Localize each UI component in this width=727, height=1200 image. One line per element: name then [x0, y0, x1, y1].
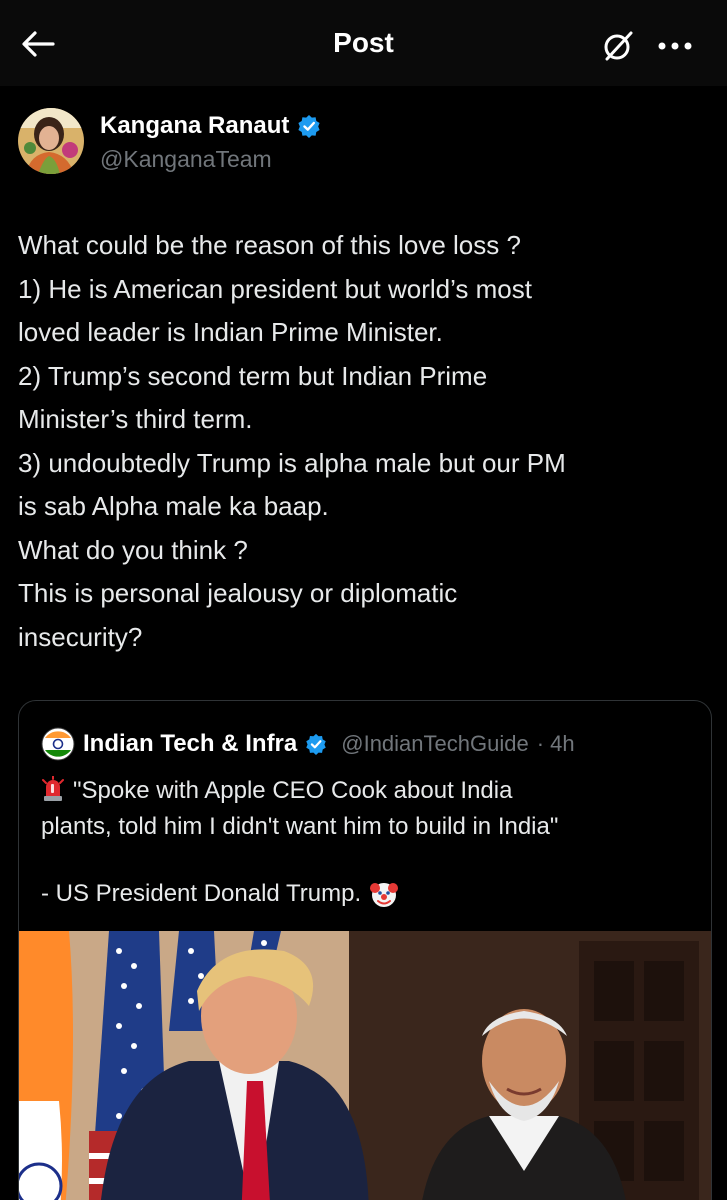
post-line: insecurity? [18, 621, 143, 652]
quoted-post-time: · 4h [536, 731, 575, 756]
post-text: What could be the reason of this love lo… [18, 224, 708, 659]
clown-face-icon [370, 883, 399, 907]
quoted-post-image[interactable] [19, 931, 711, 1200]
quoted-author-avatar[interactable] [41, 727, 75, 761]
quoted-signature: - US President Donald Trump. [41, 879, 399, 909]
post-line: is sab Alpha male ka baap. [18, 491, 329, 521]
verified-badge-icon [298, 115, 320, 138]
post-line: This is personal jealousy or diplomatic [18, 578, 458, 608]
quoted-post-card[interactable]: Indian Tech & Infra @IndianTechGuide · 4… [18, 700, 712, 1200]
more-options-button[interactable] [652, 26, 698, 66]
post-detail-screen: Post Kangana Ranaut @KanganaTeam What co… [0, 0, 727, 1200]
post-line: 3) undoubtedly Trump is alpha male but o… [18, 447, 566, 478]
quoted-author-name[interactable]: Indian Tech & Infra [83, 730, 297, 758]
post-line: 1) He is American president but world’s … [18, 273, 532, 304]
top-bar: Post [0, 0, 727, 86]
post-line: loved leader is Indian Prime Minister. [18, 317, 443, 347]
post-line: What could be the reason of this love lo… [18, 230, 521, 260]
author-name[interactable]: Kangana Ranaut [100, 112, 321, 140]
quoted-post-text: "Spoke with Apple CEO Cook about India p… [41, 773, 701, 845]
quoted-author-handle[interactable]: @IndianTechGuide [341, 731, 528, 757]
grok-button[interactable] [598, 26, 638, 66]
more-icon [658, 42, 692, 50]
author-name-text: Kangana Ranaut [100, 112, 290, 139]
verified-badge-icon [306, 733, 326, 755]
post-line: Minister’s third term. [18, 404, 253, 434]
quoted-signature-text: - US President Donald Trump. [41, 880, 362, 907]
author-avatar[interactable] [18, 108, 84, 174]
author-handle[interactable]: @KanganaTeam [100, 146, 272, 173]
quoted-text-line: plants, told him I didn't want him to bu… [41, 813, 559, 840]
grok-icon [604, 31, 633, 61]
quoted-text-line: "Spoke with Apple CEO Cook about India [73, 777, 513, 804]
post-line: What do you think ? [18, 534, 248, 565]
quoted-post-header: Indian Tech & Infra @IndianTechGuide · 4… [41, 727, 575, 761]
siren-icon [42, 775, 64, 801]
post-line: 2) Trump’s second term but Indian Prime [18, 360, 488, 391]
